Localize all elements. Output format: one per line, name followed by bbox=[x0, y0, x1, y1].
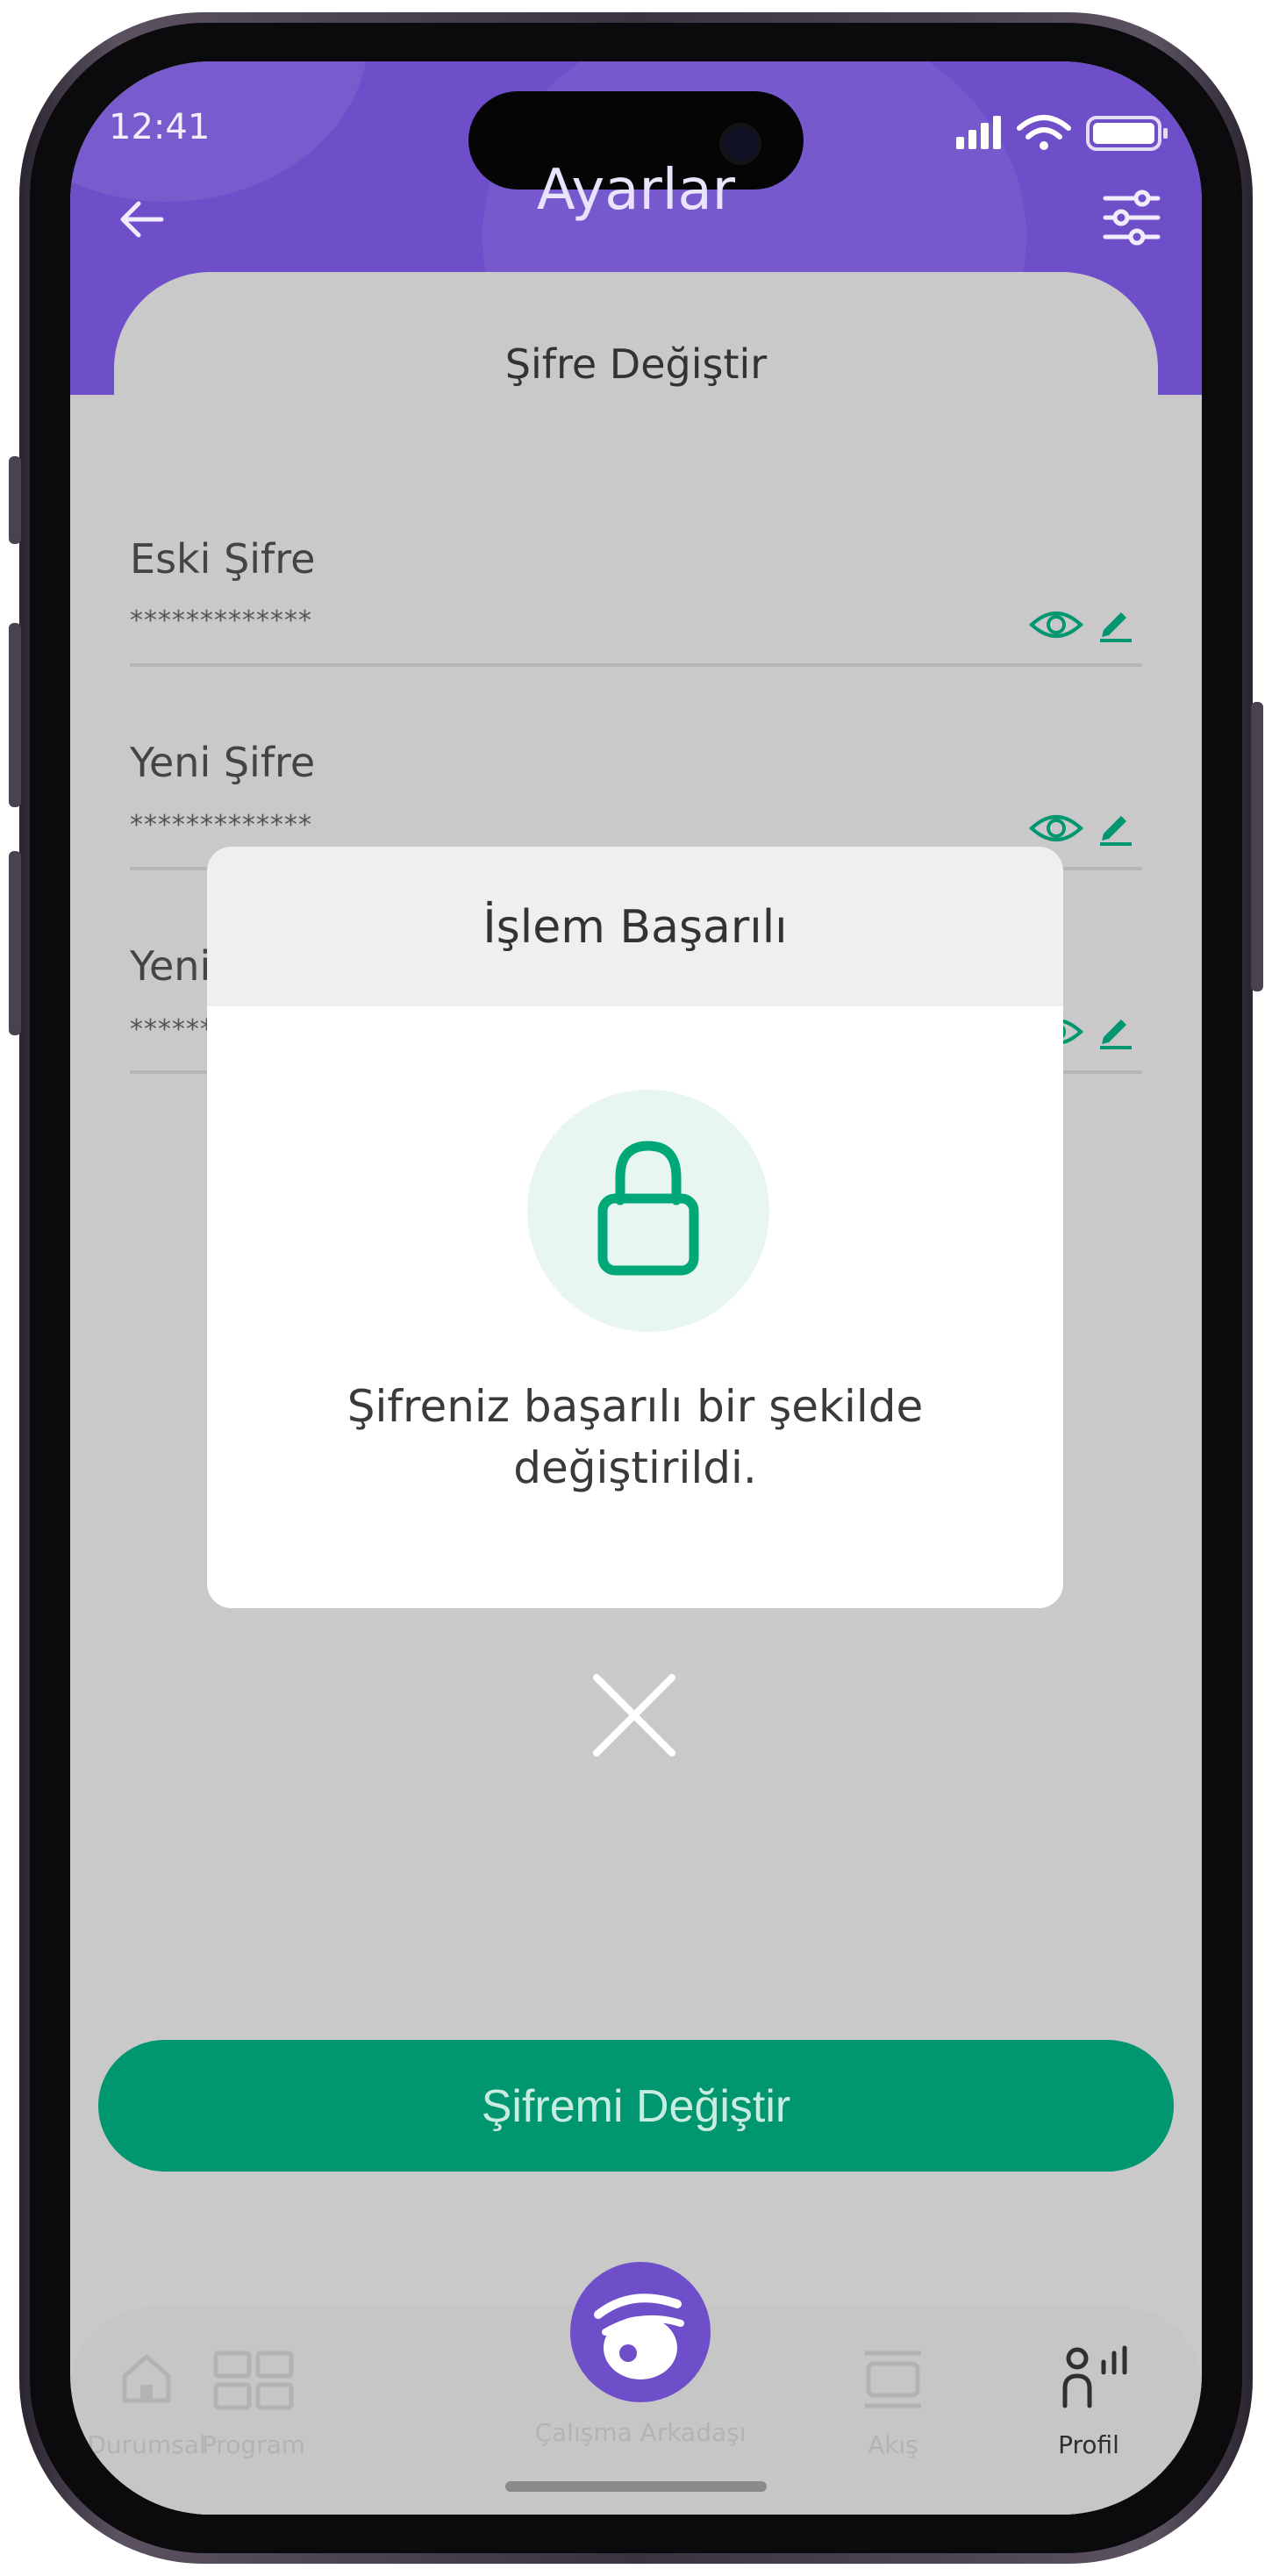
tab-calisma-arkadasi[interactable] bbox=[570, 2262, 711, 2402]
new-password-input[interactable]: ************* bbox=[130, 810, 312, 841]
edit-pencil-icon[interactable] bbox=[1098, 807, 1133, 846]
tab-profil-label[interactable]: Profil bbox=[1001, 2430, 1176, 2459]
profile-icon[interactable] bbox=[1060, 2344, 1130, 2409]
filter-settings-icon[interactable] bbox=[1097, 182, 1167, 253]
new-password-label: Yeni Şifre bbox=[130, 739, 316, 786]
rabbit-logo-icon bbox=[594, 2293, 684, 2379]
show-password-eye-icon[interactable] bbox=[1028, 809, 1084, 848]
home-indicator bbox=[505, 2481, 767, 2492]
tab-calisma-arkadasi-label[interactable]: Çalışma Arkadaşı bbox=[509, 2418, 772, 2447]
status-icons bbox=[956, 115, 1168, 151]
lock-badge bbox=[527, 1090, 769, 1332]
confirm-password-label: Yeni bbox=[130, 942, 211, 990]
mute-switch bbox=[9, 456, 21, 544]
show-password-eye-icon[interactable] bbox=[1028, 605, 1084, 644]
volume-down-button bbox=[9, 851, 21, 1035]
old-password-label: Eski Şifre bbox=[130, 535, 316, 583]
section-title: Şifre Değiştir bbox=[504, 340, 768, 388]
field-underline bbox=[130, 663, 1142, 667]
old-password-input[interactable]: ************* bbox=[130, 605, 312, 636]
page-title: Ayarlar bbox=[536, 158, 736, 223]
lock-icon bbox=[597, 1141, 699, 1276]
feed-icon[interactable] bbox=[861, 2348, 925, 2411]
success-dialog: İşlem Başarılı Şifreniz başarılı bir şek… bbox=[207, 847, 1063, 1608]
dialog-header: İşlem Başarılı bbox=[207, 847, 1063, 1006]
status-time: 12:41 bbox=[109, 107, 211, 147]
tab-program-label[interactable]: Program bbox=[166, 2430, 341, 2459]
power-button bbox=[1251, 702, 1263, 991]
tab-akis-label[interactable]: Akış bbox=[805, 2430, 981, 2459]
home-icon[interactable] bbox=[116, 2348, 177, 2409]
close-icon[interactable] bbox=[586, 1667, 682, 1764]
edit-pencil-icon[interactable] bbox=[1098, 1011, 1133, 1049]
change-password-button[interactable]: Şifremi Değiştir bbox=[98, 2040, 1174, 2172]
back-arrow-icon[interactable] bbox=[107, 184, 177, 254]
edit-pencil-icon[interactable] bbox=[1098, 604, 1133, 642]
volume-up-button bbox=[9, 623, 21, 807]
confirm-password-input[interactable]: ****** bbox=[130, 1014, 214, 1045]
grid-icon[interactable] bbox=[212, 2350, 295, 2411]
dialog-message: Şifreniz başarılı bir şekilde değiştiril… bbox=[347, 1381, 924, 1493]
dialog-title: İşlem Başarılı bbox=[482, 901, 788, 954]
